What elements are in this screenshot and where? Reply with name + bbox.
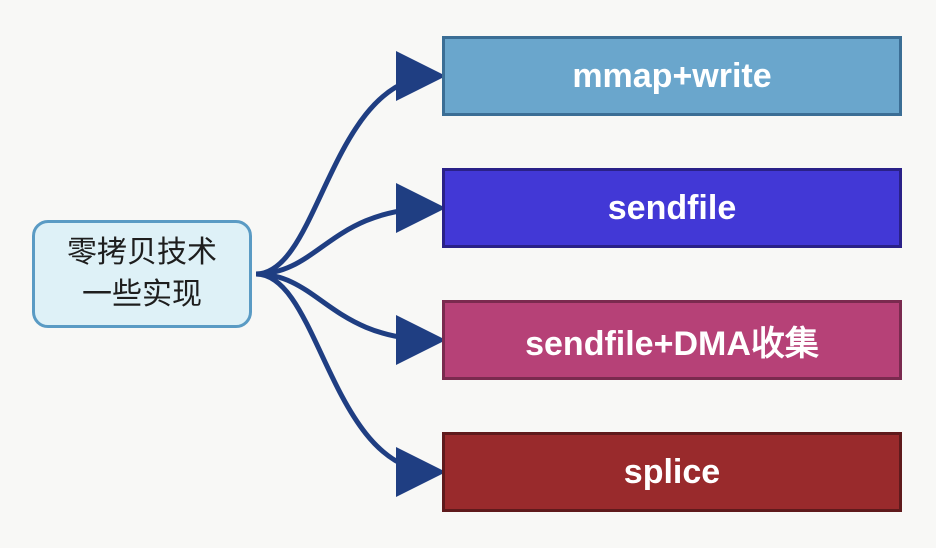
target-node-mmap-write: mmap+write bbox=[442, 36, 902, 116]
source-label: 零拷贝技术一些实现 bbox=[67, 232, 217, 316]
target-node-sendfile-dma: sendfile+DMA收集 bbox=[442, 300, 902, 380]
target-node-sendfile: sendfile bbox=[442, 168, 902, 248]
target-node-splice: splice bbox=[442, 432, 902, 512]
target-label: sendfile+DMA收集 bbox=[525, 316, 819, 365]
target-label: mmap+write bbox=[572, 57, 771, 96]
target-label: splice bbox=[624, 453, 720, 492]
target-label: sendfile bbox=[608, 189, 736, 228]
source-node: 零拷贝技术一些实现 bbox=[32, 220, 252, 328]
